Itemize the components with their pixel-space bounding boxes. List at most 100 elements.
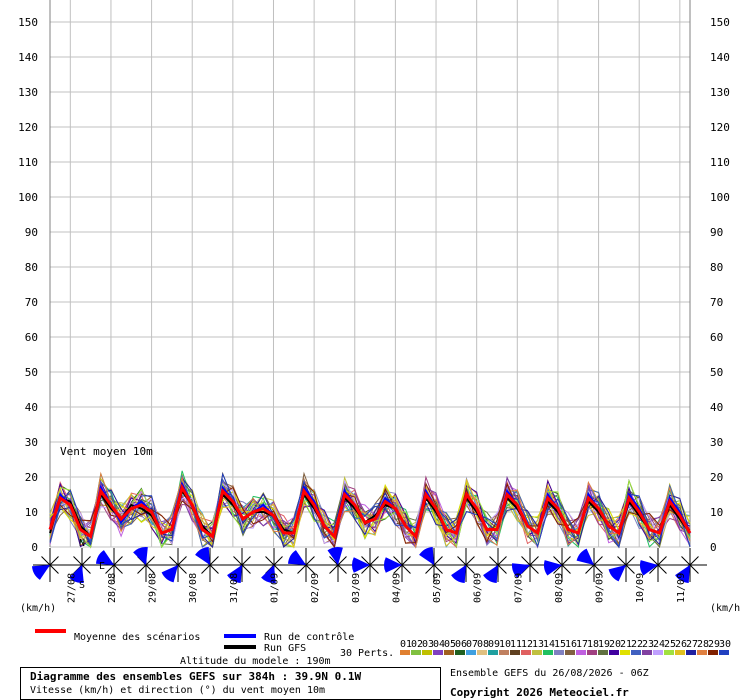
- wind-wedge: [288, 550, 306, 565]
- legend-control-label: Run de contrôle: [264, 631, 354, 643]
- y-unit-left: (km/h): [20, 603, 56, 614]
- y-tick-left: 90: [25, 226, 38, 239]
- wind-chart: 0 0 10 10 20 20 30 30 40 40 50 50 60 60 70 70 80 80 90 90 10…: [18, 0, 740, 699]
- pert-swatch: [455, 650, 465, 655]
- chart-subtitle: Vitesse (km/h) et direction (°) du vent …: [30, 685, 326, 696]
- pert-swatch: [543, 650, 553, 655]
- y-tick-left: 80: [25, 261, 38, 274]
- y-tick-left: 130: [18, 86, 38, 99]
- perturbation-legend: 0102030405060708091011121314151617181920…: [400, 639, 731, 655]
- x-tick-label: 08/09: [554, 573, 565, 603]
- altitude-label: Altitude du modele : 190m: [180, 656, 331, 667]
- y-tick-right: 10: [710, 506, 723, 519]
- pert-swatch: [686, 650, 696, 655]
- pert-swatch: [444, 650, 454, 655]
- wind-wedge: [161, 565, 178, 583]
- x-tick-label: 06/09: [473, 573, 484, 603]
- y-tick-right: 20: [710, 471, 723, 484]
- x-tick-label: 29/08: [148, 573, 159, 603]
- pert-swatch: [642, 650, 652, 655]
- y-tick-right: 50: [710, 366, 723, 379]
- legend-mean-label: Moyenne des scénarios: [74, 631, 200, 643]
- x-tick-label: 27/08: [66, 573, 77, 603]
- y-tick-left: 40: [25, 401, 38, 414]
- x-tick-label: 09/09: [595, 573, 606, 603]
- legend-gfs-label: Run GFS: [264, 643, 306, 654]
- pert-swatch: [422, 650, 432, 655]
- pert-swatch: [664, 650, 674, 655]
- y-tick-right: 70: [710, 296, 723, 309]
- compass-E: E: [99, 561, 105, 572]
- pert-swatch: [554, 650, 564, 655]
- y-tick-right: 100: [710, 191, 730, 204]
- y-tick-left: 30: [25, 436, 38, 449]
- wind-wedge: [451, 565, 466, 583]
- y-tick-left: 70: [25, 296, 38, 309]
- pert-swatch: [576, 650, 586, 655]
- y-tick-right: 110: [710, 156, 730, 169]
- y-tick-right: 40: [710, 401, 723, 414]
- pert-swatch: [400, 650, 410, 655]
- pert-swatch: [631, 650, 641, 655]
- y-tick-right: 30: [710, 436, 723, 449]
- y-tick-right: 60: [710, 331, 723, 344]
- wind-wedge: [384, 557, 402, 573]
- chart-title: Diagramme des ensembles GEFS sur 384h : …: [30, 670, 362, 683]
- pert-swatch: [598, 650, 608, 655]
- y-unit-right: (km/h): [710, 603, 740, 614]
- wind-wedge: [483, 565, 498, 583]
- x-tick-label: 31/08: [229, 573, 240, 603]
- x-tick-label: 28/08: [107, 573, 118, 603]
- pert-swatch: [565, 650, 575, 655]
- pert-swatch: [675, 650, 685, 655]
- pert-swatch: [411, 650, 421, 655]
- pert-number: 30: [719, 639, 731, 650]
- pert-swatch: [609, 650, 619, 655]
- pert-swatch: [587, 650, 597, 655]
- y-tick-right: 0: [710, 541, 717, 554]
- x-tick-labels: 27/08 28/08 29/08 30/08 31/08 01/09 02/09 03/09…: [66, 573, 687, 603]
- wind-direction-row: N S E: [32, 538, 707, 591]
- y-tick-right: 120: [710, 121, 730, 134]
- wind-wedge: [195, 547, 210, 565]
- pert-swatch: [708, 650, 718, 655]
- y-tick-right: 80: [710, 261, 723, 274]
- compass-N: N: [79, 538, 85, 549]
- chart-grid: [49, 0, 691, 548]
- pert-swatch: [433, 650, 443, 655]
- y-tick-left: 50: [25, 366, 38, 379]
- wind-wedge: [419, 547, 434, 565]
- wind-wedge: [133, 547, 148, 565]
- pert-swatch: [510, 650, 520, 655]
- title-box: Diagramme des ensembles GEFS sur 384h : …: [20, 667, 441, 700]
- y-tick-labels: 0 0 10 10 20 20 30 30 40 40 50 50 60 60 70 70 80 80 90 90 10…: [18, 16, 730, 554]
- x-tick-label: 04/09: [391, 573, 402, 603]
- pert-swatch: [499, 650, 509, 655]
- y-tick-left: 100: [18, 191, 38, 204]
- x-tick-label: 01/09: [269, 573, 280, 603]
- y-tick-right: 150: [710, 16, 730, 29]
- pert-swatch: [532, 650, 542, 655]
- wind-wedge: [576, 548, 594, 565]
- compass-S: S: [79, 580, 85, 591]
- y-tick-left: 10: [25, 506, 38, 519]
- x-tick-label: 30/08: [188, 573, 199, 603]
- wind-rose: [481, 548, 515, 583]
- y-tick-left: 110: [18, 156, 38, 169]
- y-tick-right: 140: [710, 51, 730, 64]
- wind-wedge: [352, 557, 370, 573]
- y-tick-right: 90: [710, 226, 723, 239]
- in-chart-label: Vent moyen 10m: [60, 445, 153, 458]
- x-tick-label: 03/09: [351, 573, 362, 603]
- pert-swatch: [697, 650, 707, 655]
- pert-swatch: [653, 650, 663, 655]
- ensemble-label: Ensemble GEFS du 26/08/2026 - 06Z: [450, 668, 649, 679]
- pert-swatch: [719, 650, 729, 655]
- x-tick-label: 07/09: [513, 573, 524, 603]
- y-tick-left: 120: [18, 121, 38, 134]
- y-tick-left: 20: [25, 471, 38, 484]
- pert-swatch: [477, 650, 487, 655]
- wind-wedge: [608, 565, 626, 582]
- x-tick-label: 10/09: [635, 573, 646, 603]
- pert-swatch: [620, 650, 630, 655]
